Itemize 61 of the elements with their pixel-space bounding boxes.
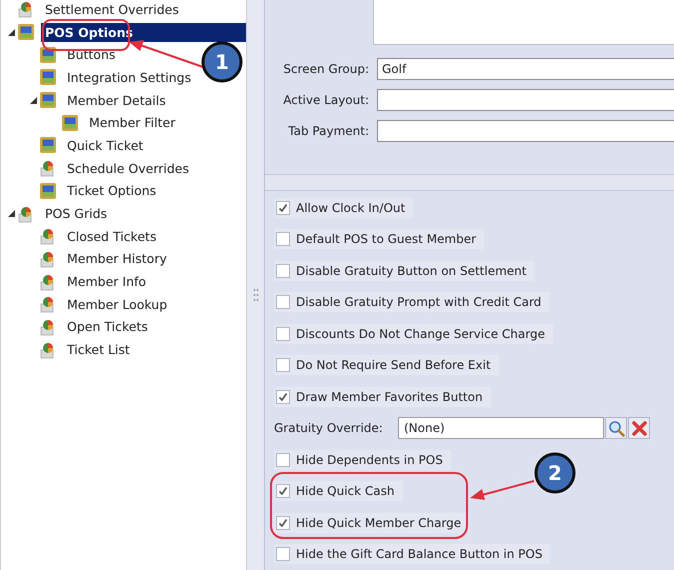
search-icon — [608, 420, 624, 437]
window-icon — [17, 23, 35, 42]
checkbox-label: Hide Quick Member Charge — [296, 516, 462, 530]
tree-item[interactable]: Buttons — [63, 45, 120, 64]
field-label: Active Layout: — [282, 92, 370, 107]
checkbox-label: Disable Gratuity Button on Settlement — [296, 264, 526, 278]
tree-item[interactable]: Member Filter — [85, 113, 180, 132]
window-icon — [39, 136, 57, 154]
search-button[interactable] — [605, 417, 627, 440]
expanded-arrow-icon[interactable] — [30, 96, 36, 104]
checkbox[interactable] — [276, 390, 290, 404]
checkbox-label: Hide Quick Cash — [296, 484, 395, 498]
arrow — [470, 480, 534, 500]
tree-item[interactable]: Closed Tickets — [63, 226, 160, 246]
checkbox-label: Hide the Gift Card Balance Button in POS — [296, 547, 542, 562]
checkbox-label: Disable Gratuity Prompt with Credit Card — [296, 295, 542, 310]
checkbox-label: Allow Clock In/Out — [296, 200, 406, 215]
expanded-arrow-icon[interactable] — [8, 210, 14, 218]
close-icon — [632, 420, 646, 436]
checkbox[interactable] — [276, 295, 290, 310]
field-label: Tab Payment: — [287, 124, 370, 138]
checkbox[interactable] — [276, 516, 290, 530]
tree-item[interactable]: Member History — [63, 249, 171, 268]
input-field[interactable]: (None) — [398, 417, 604, 440]
input-field[interactable] — [377, 88, 674, 111]
expanded-arrow-icon[interactable] — [8, 28, 14, 36]
checkbox-label: Draw Member Favorites Button — [296, 390, 483, 404]
window-icon — [39, 182, 57, 200]
checkbox[interactable] — [276, 232, 290, 246]
tree-item[interactable]: Member Lookup — [63, 294, 172, 314]
checkbox-label: Default POS to Guest Member — [296, 232, 476, 246]
checkbox-label: Discounts Do Not Change Service Charge — [296, 326, 545, 341]
tree-item[interactable]: Open Tickets — [63, 317, 152, 336]
checkbox-label: Do Not Require Send Before Exit — [296, 358, 491, 372]
tree-item[interactable]: Member Details — [63, 90, 170, 110]
tree-item[interactable]: Ticket Options — [63, 181, 160, 200]
tree-item[interactable]: Quick Ticket — [63, 136, 148, 155]
field-label: Gratuity Override: — [274, 421, 384, 436]
input-field[interactable] — [377, 120, 674, 142]
window-icon — [39, 46, 57, 64]
input-field[interactable]: Golf — [377, 58, 674, 80]
window-icon — [39, 91, 57, 110]
clear-button[interactable] — [628, 417, 650, 440]
checkbox[interactable] — [276, 264, 290, 278]
checkbox[interactable] — [276, 200, 290, 215]
checkbox-label: Hide Dependents in POS — [296, 452, 443, 467]
checkbox[interactable] — [276, 547, 290, 562]
tree-item[interactable]: POS Grids — [41, 204, 112, 224]
tree-item[interactable]: Schedule Overrides — [63, 158, 194, 178]
window-icon — [39, 68, 57, 86]
checkbox[interactable] — [276, 484, 290, 498]
checkbox[interactable] — [276, 358, 290, 372]
grip-icon — [252, 288, 258, 302]
tree-item[interactable]: Integration Settings — [63, 68, 196, 87]
window-icon — [61, 114, 79, 132]
tree-item[interactable]: Member Info — [63, 272, 150, 292]
checkbox[interactable] — [276, 326, 290, 341]
tree-item[interactable]: Ticket List — [63, 340, 134, 360]
field-label: Screen Group: — [282, 62, 370, 76]
checkbox[interactable] — [276, 452, 290, 467]
tree-item[interactable]: Settlement Overrides — [41, 0, 183, 19]
